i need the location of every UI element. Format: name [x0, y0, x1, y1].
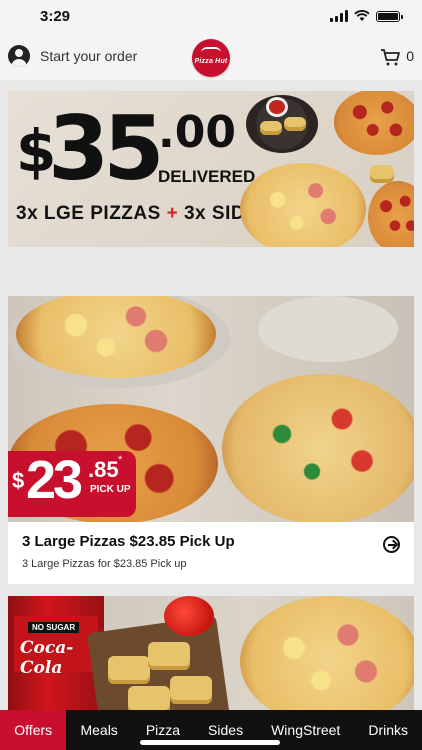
wifi-icon — [354, 10, 370, 21]
garlic-bread — [148, 642, 190, 670]
status-time: 3:29 — [40, 8, 71, 25]
deal-card-sides[interactable]: NO SUGAR Coca-Cola — [8, 596, 414, 710]
badge-dollar: $ — [12, 468, 25, 493]
coke-brand: Coca-Cola — [20, 638, 74, 678]
cart-count: 0 — [406, 48, 414, 64]
home-indicator — [140, 740, 280, 745]
garlic-bread — [170, 676, 212, 704]
deal-card-3-large-pizzas-pickup[interactable]: $ 23 .85 * PICK UP 3 Large Pizzas $23.85… — [8, 296, 414, 584]
garlic-bread — [108, 656, 150, 684]
cart-icon[interactable] — [380, 47, 402, 67]
badge-cents: .85 — [88, 457, 119, 482]
pepperoni-pizza-image — [334, 91, 414, 155]
status-bar: 3:29 — [0, 0, 422, 34]
deal-card-title: 3 Large Pizzas $23.85 Pick Up — [22, 533, 235, 550]
offers-feed[interactable]: $ 35 .00 DELIVERED 3x LGE PIZZAS + 3x SI… — [0, 80, 422, 710]
start-order-link[interactable]: Start your order — [40, 48, 137, 64]
badge-pickup: PICK UP — [90, 484, 131, 495]
logo-text: Pizza Hut — [194, 57, 228, 65]
badge-price: 23 — [26, 450, 83, 510]
pizza-hut-logo[interactable]: Pizza Hut — [192, 39, 230, 77]
hawaiian-pizza-image — [240, 596, 414, 710]
badge-asterisk: * — [118, 454, 123, 466]
garlic-bread — [260, 121, 282, 135]
status-icons — [330, 10, 403, 22]
signal-icon — [330, 10, 348, 22]
garlic-bread — [284, 117, 306, 131]
garlic-bread — [128, 686, 170, 710]
tab-drinks[interactable]: Drinks — [354, 710, 422, 750]
app-header: Start your order Pizza Hut 0 — [0, 34, 422, 80]
dipping-sauce — [266, 97, 288, 117]
garlic-bread — [370, 165, 394, 183]
empty-plate — [258, 296, 398, 362]
arrow-right-circle-icon[interactable] — [383, 536, 400, 553]
banner-delivered: DELIVERED — [158, 167, 256, 186]
coke-no-sugar: NO SUGAR — [28, 622, 80, 633]
hawaiian-pizza-image — [240, 163, 366, 247]
deal-card-subtitle: 3 Large Pizzas for $23.85 Pick up — [22, 558, 187, 570]
banner-offer-line: 3x LGE PIZZAS + 3x SIDES — [16, 203, 272, 224]
tomato-image — [164, 596, 214, 636]
promo-banner-35-delivered[interactable]: $ 35 .00 DELIVERED 3x LGE PIZZAS + 3x SI… — [8, 91, 414, 247]
tab-meals[interactable]: Meals — [66, 710, 131, 750]
battery-icon — [376, 10, 403, 22]
banner-cents: .00 — [158, 107, 236, 158]
pepperoni-pizza-image — [368, 181, 414, 247]
chicken-pizza-image — [222, 374, 414, 522]
banner-price: 35 — [48, 97, 164, 200]
account-icon[interactable] — [8, 45, 30, 67]
coke-label: NO SUGAR Coca-Cola — [14, 616, 98, 678]
tab-offers[interactable]: Offers — [0, 710, 67, 750]
price-badge: $ 23 .85 * PICK UP — [8, 451, 136, 517]
